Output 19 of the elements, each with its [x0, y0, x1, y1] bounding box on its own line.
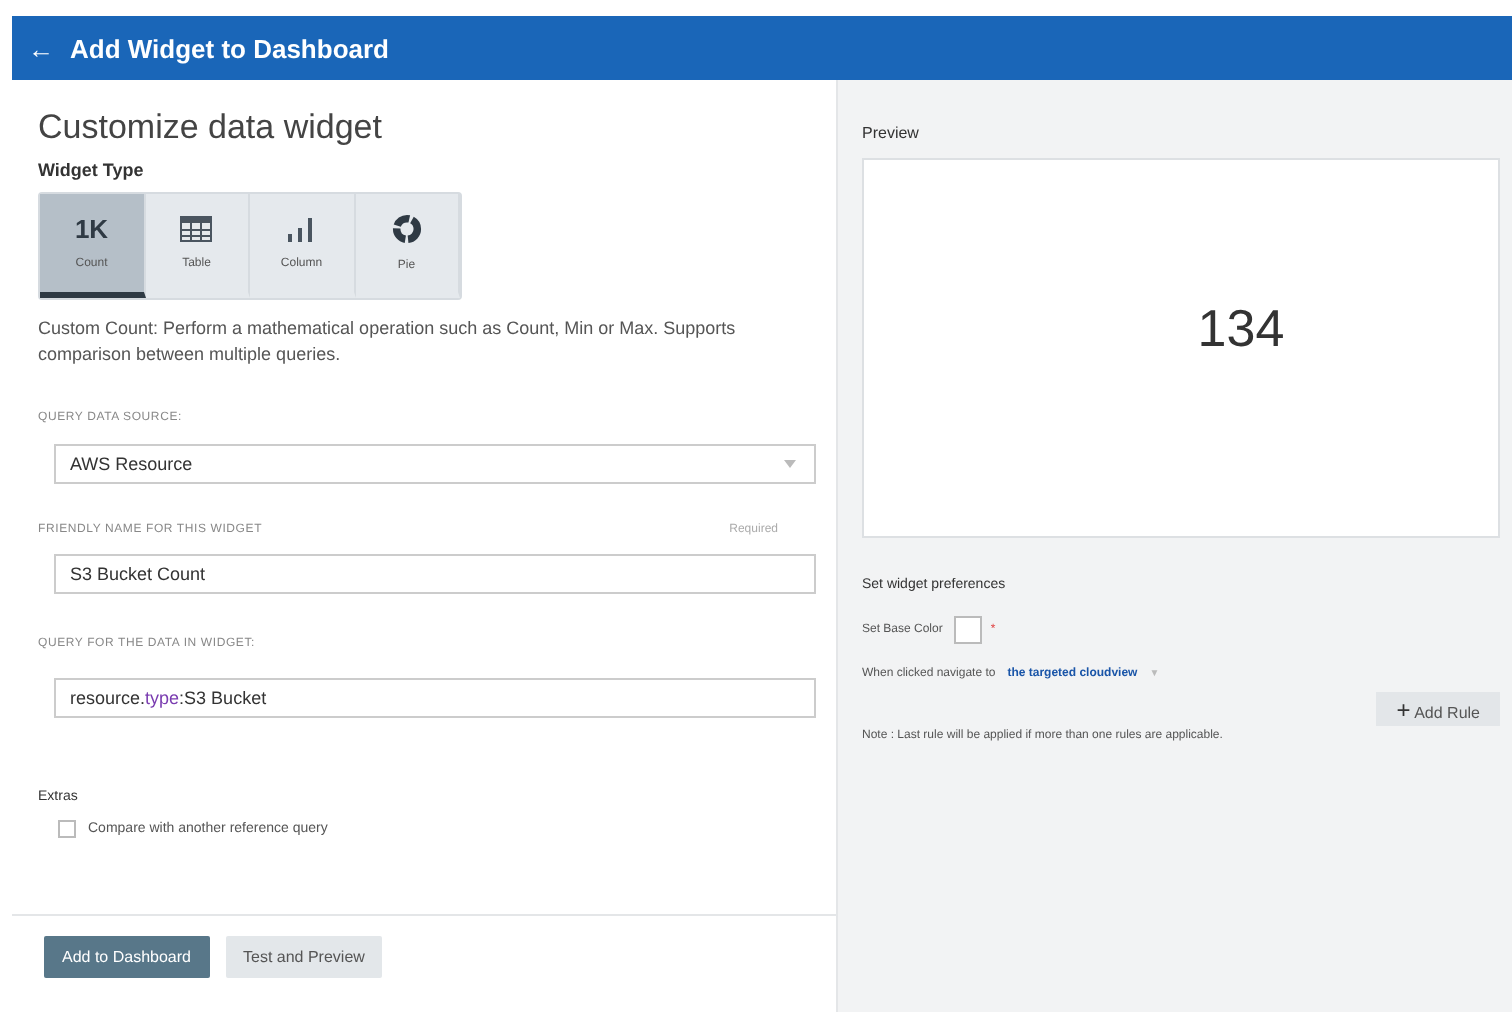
back-button[interactable]: ←	[28, 33, 54, 63]
preview-label: Preview	[862, 124, 921, 142]
preview-value: 134	[1197, 297, 1285, 359]
add-rule-button[interactable]: +Add Rule	[1376, 692, 1500, 726]
caret-icon	[784, 460, 796, 469]
donut-chart-icon	[391, 214, 422, 244]
query-field[interactable]: resource.type:S3 Bucket	[54, 678, 816, 719]
page-title: Add Widget to Dashboard	[70, 33, 389, 63]
color-swatch[interactable]	[954, 616, 983, 644]
preview-button[interactable]: Test and Preview	[225, 935, 383, 977]
table-icon	[180, 216, 213, 242]
checkbox[interactable]	[58, 820, 76, 839]
add-button[interactable]: Add to Dashboard	[44, 935, 209, 977]
section-label: Widget Type	[38, 160, 146, 180]
bar-chart-icon	[285, 216, 318, 242]
widget-name-field[interactable]: S3 Bucket Count	[54, 554, 816, 595]
widget-description: Custom Count: Perform a mathematical operation such as Count, Min or Max. Supports comparison between multiple queries.	[38, 316, 738, 369]
form-title: Customize data widget	[38, 108, 384, 148]
data-source-dropdown[interactable]: AWS Resource	[54, 444, 816, 485]
